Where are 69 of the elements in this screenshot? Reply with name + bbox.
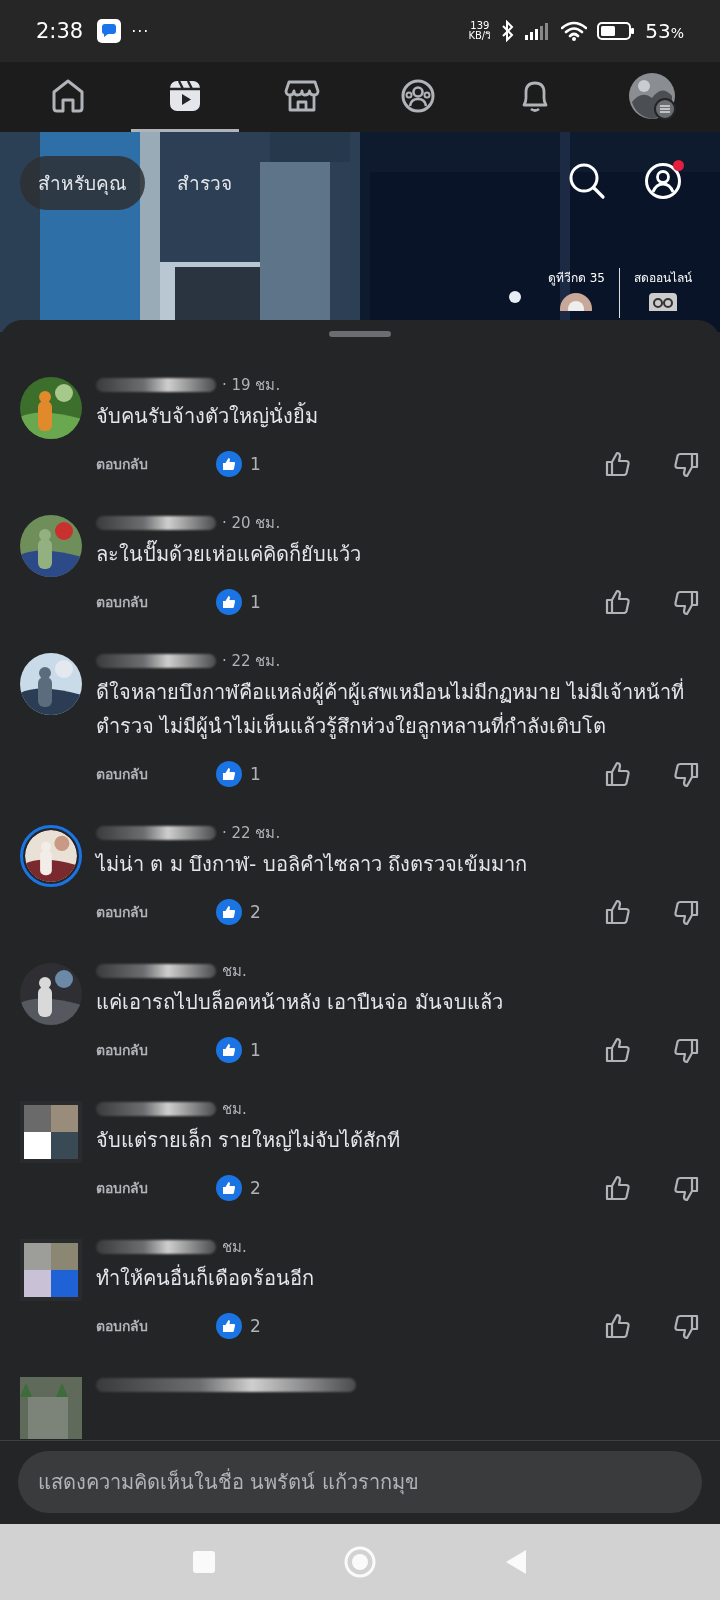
like-reaction-icon [216, 589, 242, 615]
like-count: 2 [250, 902, 261, 922]
like-count: 2 [250, 1316, 261, 1336]
like-reaction-icon [216, 761, 242, 787]
reply-link[interactable]: ตอบกลับ [96, 453, 216, 475]
shortcut-label[interactable]: ดูทีวีกด 35 [547, 268, 605, 287]
feed-tab[interactable]: สำหรับคุณ [20, 156, 145, 210]
battery-icon [597, 21, 636, 41]
thumbs-up-icon[interactable] [604, 588, 631, 616]
thumbs-up-icon[interactable] [604, 898, 631, 926]
like-count: 2 [250, 1178, 261, 1198]
home-icon [50, 77, 87, 114]
comment-text: ดีใจหลายบึงกาฬคือแหล่งผู้ค้าผู้เสพเหมือนไม่มีกฏหมาย ไม่มีเจ้าหน้าที่ตำรวจ ไม่มีผู้นำไม่เห็นแล้วรู้สึกห่วงใยลูกหลานที่กำลังเติบโต [96, 677, 686, 741]
comment-text: แค่เอารถไปบล็อคหน้าหลัง เอาปืนจ่อ มันจบแล้ว [96, 988, 504, 1016]
sheet-handle[interactable] [329, 331, 391, 337]
comment-time: · 19 ชม. [222, 375, 281, 396]
clock-time: 2:38 [36, 19, 84, 43]
thumbs-down-icon[interactable] [673, 1312, 700, 1340]
message-app-icon [97, 19, 122, 43]
thumbs-down-icon[interactable] [673, 588, 700, 616]
comment-time: ชม. [222, 1099, 247, 1120]
like-reaction-icon [216, 1313, 242, 1339]
comment-text: ละในปั๊มด้วยเห่อแค่คิดก็ยับแว้ว [96, 539, 362, 568]
search-icon[interactable] [568, 162, 606, 200]
thumbs-down-icon[interactable] [673, 760, 700, 788]
like-reaction-icon [216, 1037, 242, 1063]
comment-text: ไม่น่า ต ม บึงกาฬ- บอลิคำไซลาว ถึงตรวจเข้มมาก [96, 851, 528, 878]
like-count: 1 [250, 1040, 261, 1060]
like-count: 1 [250, 764, 261, 784]
comment-time: · 22 ชม. [222, 823, 281, 844]
bluetooth-icon [501, 20, 516, 42]
profile-icon[interactable] [644, 162, 682, 200]
comment-text: ทำให้คนอื่นก็เดือดร้อนอีก [96, 1263, 315, 1292]
reply-link[interactable]: ตอบกลับ [96, 1315, 216, 1337]
more-notifications: ··· [131, 21, 150, 41]
reply-link[interactable]: ตอบกลับ [96, 591, 216, 613]
battery-percent: 53% [645, 19, 684, 43]
groups-icon [400, 77, 437, 114]
thumbs-up-icon[interactable] [604, 1036, 631, 1064]
network-speed: 139 KB/วิ [468, 21, 492, 41]
shortcut-label[interactable]: สดออนไลน์ [634, 268, 692, 287]
like-reaction-icon [216, 451, 242, 477]
reply-link[interactable]: ตอบกลับ [96, 763, 216, 785]
comment-time: ชม. [222, 1237, 247, 1258]
comment-time: · 20 ชม. [222, 513, 281, 534]
reply-link[interactable]: ตอบกลับ [96, 1039, 216, 1061]
comment-text: จับคนรับจ้างตัวใหญ่นั่งยิ้ม [96, 401, 319, 430]
thumbs-up-icon[interactable] [604, 760, 631, 788]
feed-tab[interactable]: สำรวจ [159, 156, 250, 210]
reply-link[interactable]: ตอบกลับ [96, 1177, 216, 1199]
comment-time: · 22 ชม. [222, 651, 281, 672]
thumbs-down-icon[interactable] [673, 450, 700, 478]
thumbs-down-icon[interactable] [673, 1174, 700, 1202]
comment-field[interactable]: แสดงความคิดเห็นในชื่อ นพรัตน์ แก้วรากมุข [18, 1451, 702, 1513]
thumbs-down-icon[interactable] [673, 898, 700, 926]
thumbs-up-icon[interactable] [604, 450, 631, 478]
thumbs-up-icon[interactable] [604, 1312, 631, 1340]
like-count: 1 [250, 454, 261, 474]
live-icon[interactable] [647, 291, 679, 311]
wifi-icon [561, 21, 588, 41]
comment-text: จับแต่รายเล็ก รายใหญ่ไม่จับได้สักที [96, 1126, 402, 1154]
reply-link[interactable]: ตอบกลับ [96, 901, 216, 923]
thumbs-down-icon[interactable] [673, 1036, 700, 1064]
thumbs-up-icon[interactable] [604, 1174, 631, 1202]
comment-time: ชม. [222, 961, 247, 982]
like-reaction-icon [216, 899, 242, 925]
profile-avatar[interactable] [627, 71, 676, 120]
like-count: 1 [250, 592, 261, 612]
like-reaction-icon [216, 1175, 242, 1201]
